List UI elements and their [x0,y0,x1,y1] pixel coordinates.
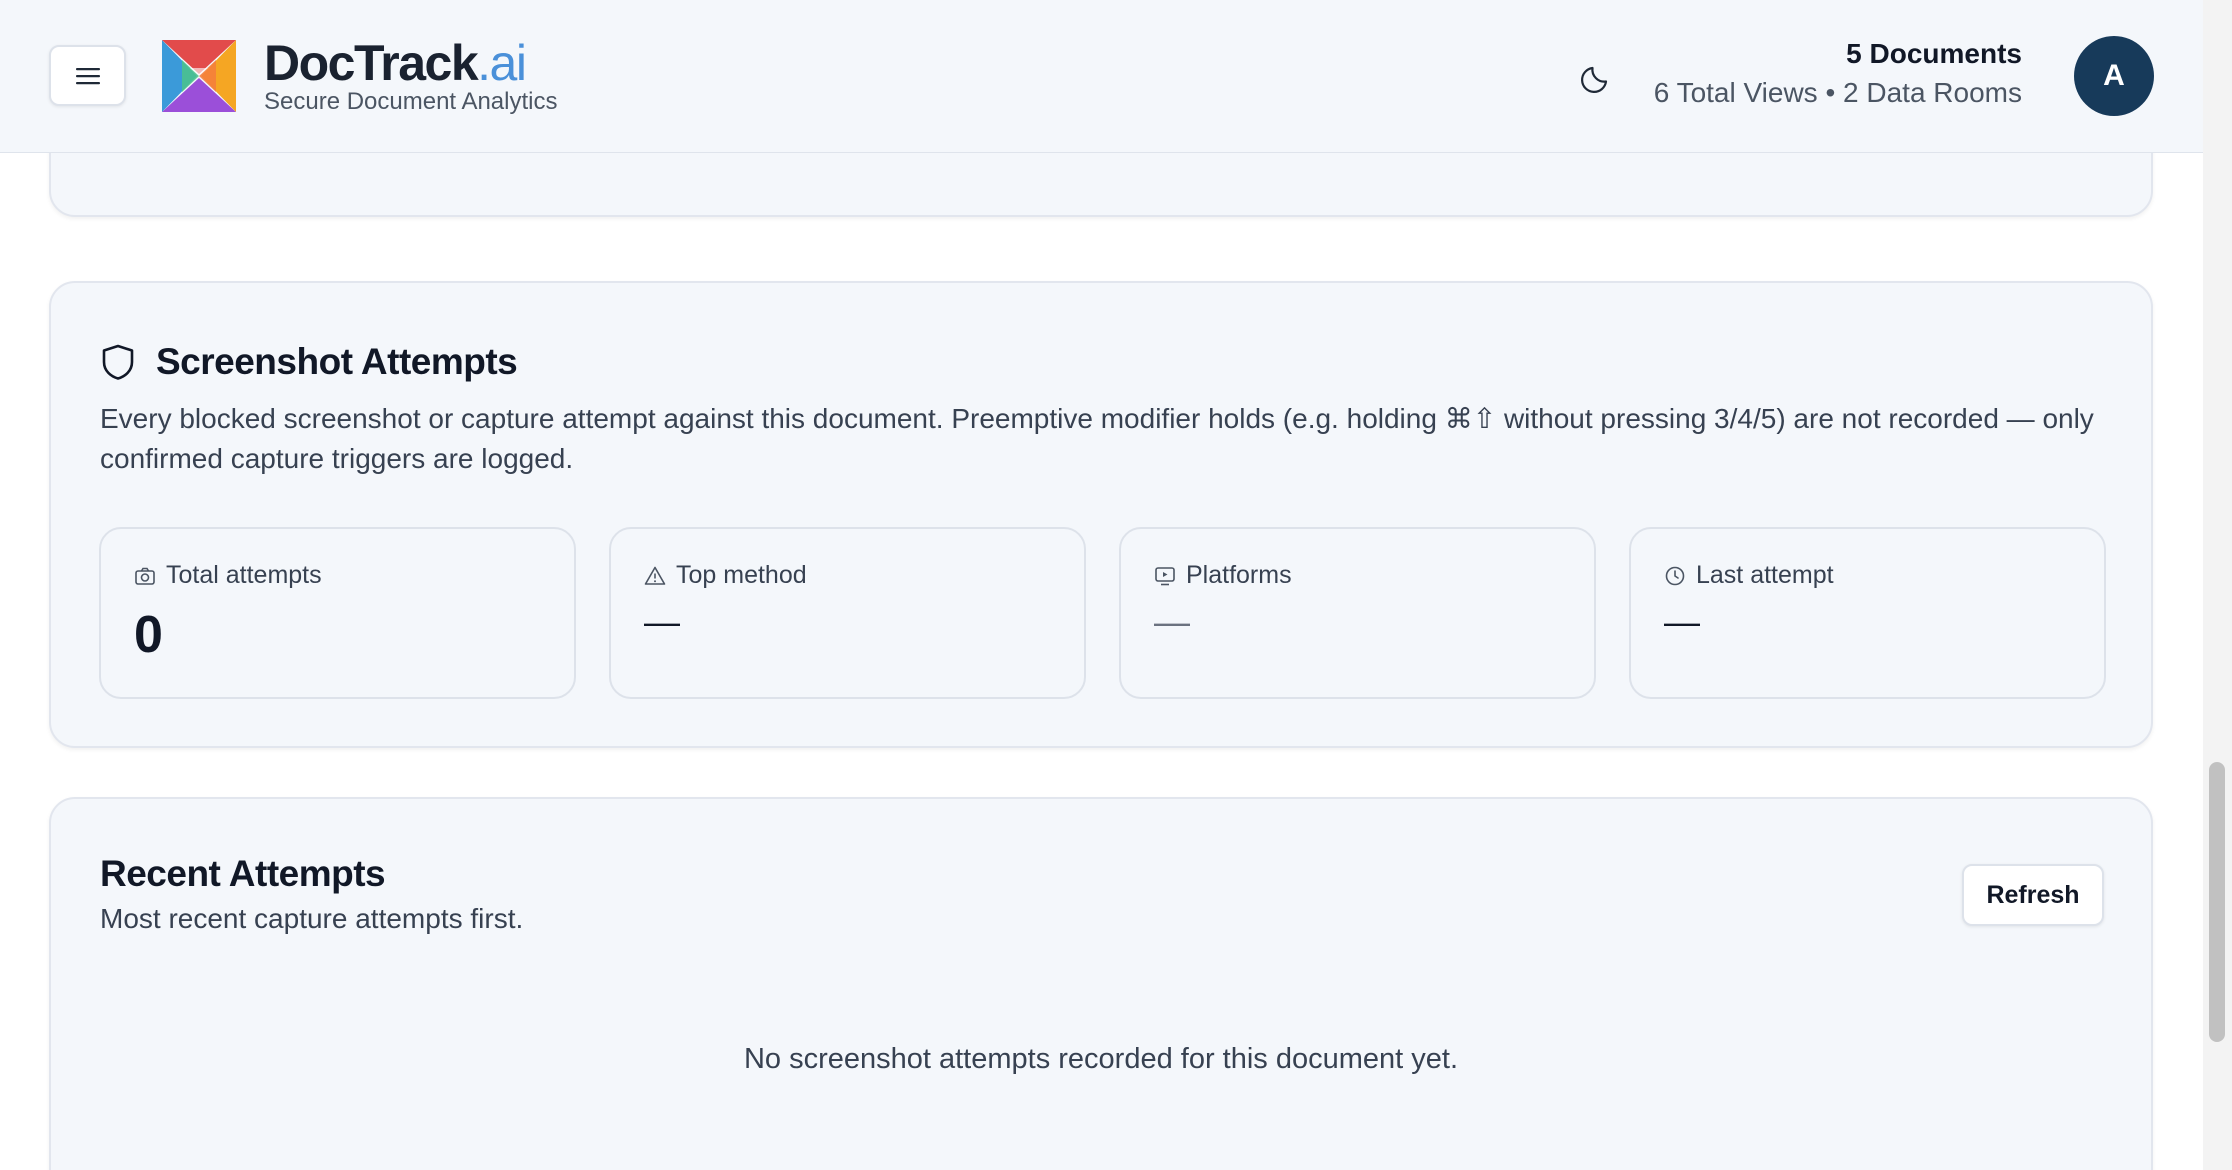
recent-attempts-subtitle: Most recent capture attempts first. [100,903,524,934]
stat-last-attempt: Last attempt — [1629,527,2106,699]
hamburger-icon [75,67,100,84]
stat-label: Platforms [1154,561,1292,590]
app-header: DocTrack.ai Secure Document Analytics 5 … [0,0,2203,153]
stat-top-method: Top method — [609,527,1086,699]
documents-count: 5 Documents [1846,38,2022,69]
refresh-button[interactable]: Refresh [1962,864,2104,926]
stat-label: Last attempt [1664,561,1834,590]
brand-tagline: Secure Document Analytics [264,88,558,115]
views-summary: 6 Total Views • 2 Data Rooms [1653,77,2022,108]
camera-icon [135,567,155,585]
stat-platforms: Platforms — [1119,527,1596,699]
avatar[interactable]: A [2074,36,2154,116]
stat-value: 0 [134,606,163,664]
recent-attempts-title: Recent Attempts [100,853,386,894]
page: DocTrack.ai Secure Document Analytics 5 … [0,0,2232,1170]
warning-triangle-icon [644,566,666,585]
monitor-icon [1155,566,1175,585]
section-description: Every blocked screenshot or capture atte… [100,403,2094,474]
stat-label: Top method [644,561,807,590]
brand-name: DocTrack.ai [264,35,527,91]
section-header: Screenshot Attempts [100,341,518,383]
stat-value: — [644,601,680,642]
moon-icon[interactable] [1580,58,1616,94]
screenshot-attempts-card: Screenshot Attempts Every blocked screen… [49,281,2153,748]
stat-total-attempts: Total attempts 0 [99,527,576,699]
clock-icon [1665,566,1685,585]
menu-button[interactable] [49,45,126,106]
scrollbar-thumb[interactable] [2209,762,2225,1042]
shield-icon [102,344,134,380]
empty-state-message: No screenshot attempts recorded for this… [743,1043,1459,1075]
stat-value: — [1154,601,1190,642]
stat-value: — [1664,601,1700,642]
recent-attempts-card: Recent Attempts Most recent capture atte… [49,797,2153,1170]
section-title: Screenshot Attempts [156,341,518,382]
doctrack-logo[interactable] [160,38,238,114]
stat-label: Total attempts [134,561,322,590]
